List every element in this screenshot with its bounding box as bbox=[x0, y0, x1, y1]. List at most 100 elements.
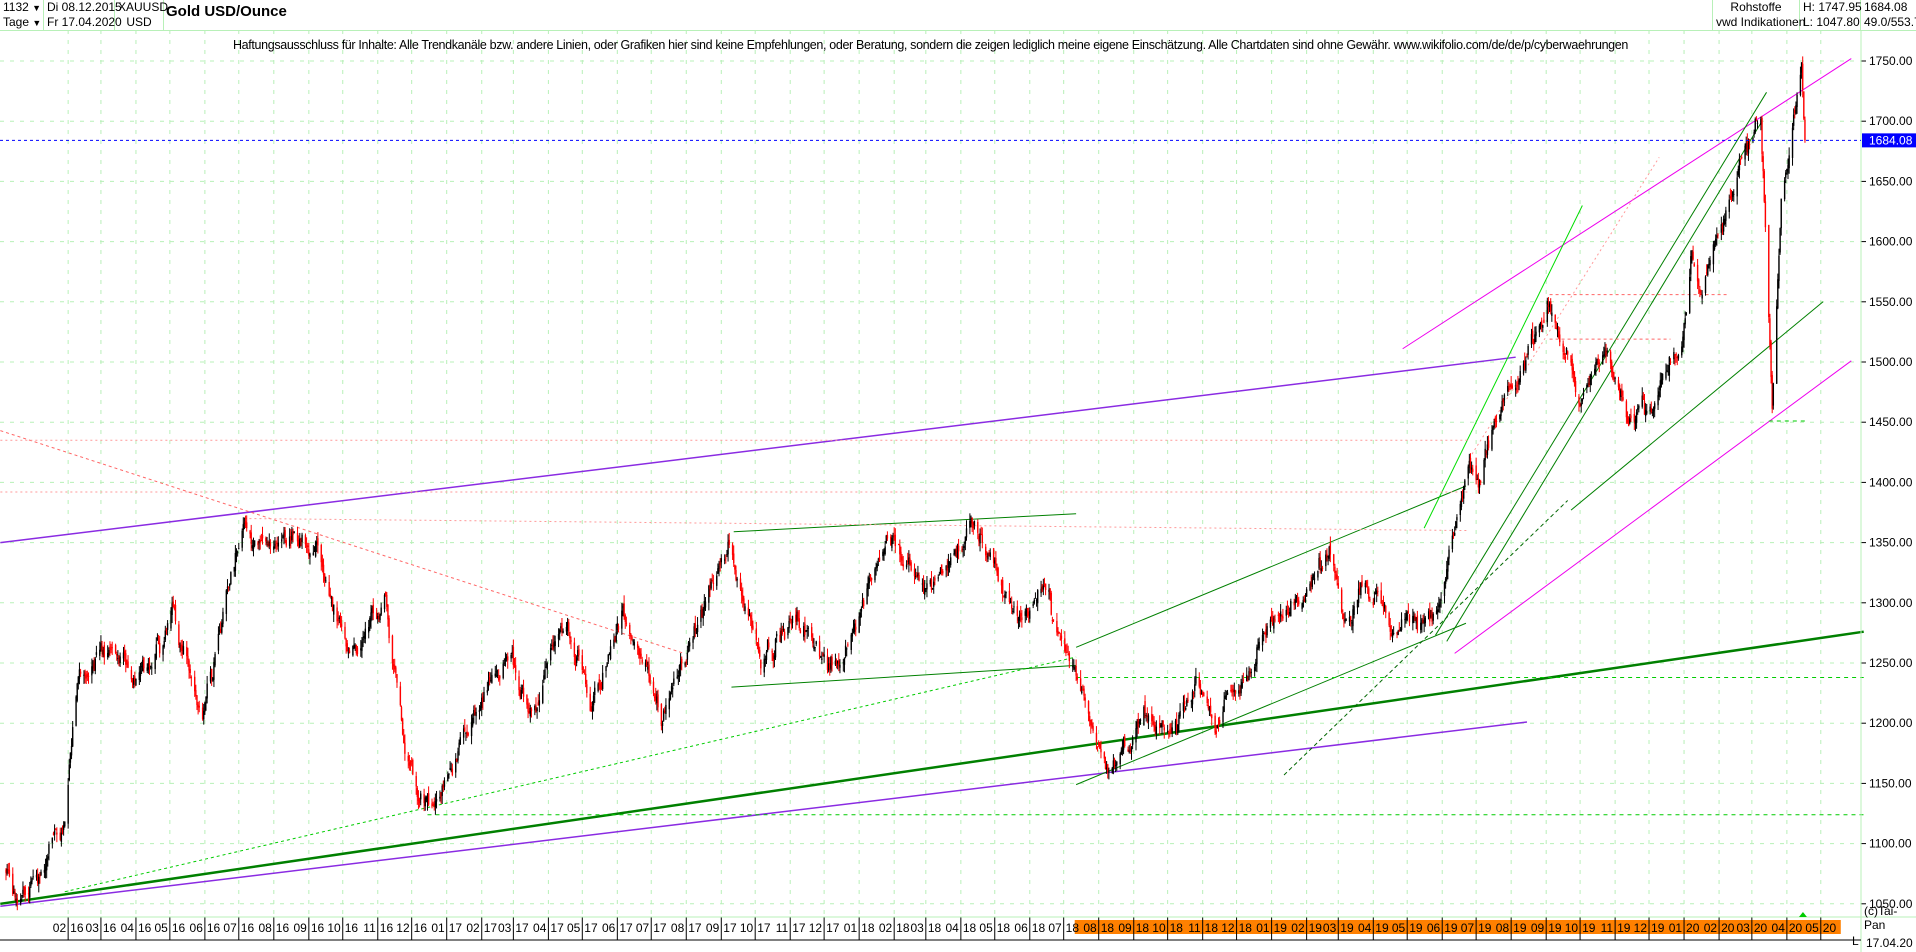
candle-body bbox=[1564, 356, 1567, 359]
candle bbox=[1145, 712, 1147, 722]
candle bbox=[962, 544, 964, 558]
candle-body bbox=[407, 755, 409, 762]
candle bbox=[559, 628, 561, 641]
candle-body bbox=[963, 546, 965, 548]
candle-body bbox=[1469, 457, 1472, 468]
candle bbox=[1012, 608, 1014, 615]
candle bbox=[702, 606, 704, 626]
candle-body bbox=[1525, 360, 1527, 371]
candle bbox=[352, 645, 354, 657]
candle bbox=[293, 531, 295, 534]
candle bbox=[1380, 582, 1382, 605]
candle bbox=[234, 545, 237, 577]
candle bbox=[379, 613, 381, 623]
candle-body bbox=[752, 625, 754, 630]
candle bbox=[135, 678, 137, 687]
price-chart[interactable]: 1050.001100.001150.001200.001250.001300.… bbox=[0, 0, 1916, 952]
candle-body bbox=[1590, 375, 1593, 378]
y-tick-label: 1500.00 bbox=[1869, 355, 1913, 369]
candle bbox=[1305, 587, 1308, 597]
y-tick-label: 1650.00 bbox=[1869, 174, 1913, 188]
y-tick-label: 1100.00 bbox=[1869, 837, 1912, 851]
candle bbox=[416, 785, 419, 805]
scale-mode-button[interactable]: L bbox=[1852, 934, 1859, 948]
candle bbox=[47, 853, 49, 867]
candle bbox=[1217, 717, 1220, 732]
candle bbox=[1342, 609, 1344, 620]
candle bbox=[1451, 528, 1454, 553]
candle-body bbox=[570, 640, 572, 642]
candle-body bbox=[661, 723, 664, 726]
candle-body bbox=[1535, 331, 1537, 336]
candle-body bbox=[799, 630, 802, 634]
candle bbox=[412, 758, 414, 776]
candle-body bbox=[1111, 767, 1113, 773]
candle-body bbox=[957, 545, 960, 552]
candle bbox=[1187, 692, 1189, 703]
candle-body bbox=[1740, 157, 1743, 159]
candle bbox=[172, 595, 174, 608]
candle-body bbox=[1218, 719, 1221, 725]
candle-body bbox=[1001, 580, 1004, 594]
candle bbox=[938, 571, 941, 576]
candle bbox=[116, 651, 118, 661]
x-tick-label-year: 18 bbox=[963, 921, 977, 935]
candle-body bbox=[384, 591, 387, 596]
candle-body bbox=[420, 793, 422, 800]
candle bbox=[1076, 673, 1078, 684]
candle-body bbox=[12, 873, 14, 895]
x-tick-label-month: 03 bbox=[1736, 921, 1750, 935]
candle-body bbox=[763, 658, 765, 673]
candle-body bbox=[1447, 558, 1449, 572]
candle-body bbox=[416, 788, 419, 797]
candle bbox=[1733, 189, 1735, 202]
candle bbox=[1479, 479, 1482, 486]
candle-body bbox=[538, 700, 541, 706]
candle bbox=[1731, 191, 1734, 202]
candle-body bbox=[178, 624, 180, 645]
candle-body bbox=[364, 628, 367, 639]
candle bbox=[383, 593, 386, 613]
candle bbox=[1542, 324, 1544, 333]
candle-body bbox=[165, 629, 168, 631]
candle-body bbox=[536, 708, 538, 712]
x-tick-label-month: 01 bbox=[1669, 921, 1683, 935]
candle-body bbox=[1321, 567, 1324, 569]
candle-body bbox=[1456, 517, 1458, 521]
candle bbox=[765, 649, 768, 665]
candle-body bbox=[669, 692, 672, 700]
candle bbox=[1163, 724, 1165, 739]
candle-body bbox=[443, 780, 446, 787]
candle bbox=[1412, 608, 1414, 631]
candle-body bbox=[743, 598, 745, 606]
candle-body bbox=[356, 647, 359, 654]
candle bbox=[162, 644, 164, 662]
candle-body bbox=[1754, 118, 1756, 133]
candle-body bbox=[1511, 385, 1513, 389]
candle-body bbox=[902, 564, 904, 567]
candle-body bbox=[1269, 619, 1272, 628]
candle-body bbox=[1559, 334, 1561, 343]
candle bbox=[510, 652, 512, 662]
candle bbox=[31, 877, 33, 885]
candle-body bbox=[734, 564, 736, 570]
x-tick-label-month: 07 bbox=[1461, 921, 1475, 935]
candle bbox=[174, 599, 177, 625]
y-tick-label: 1200.00 bbox=[1869, 716, 1913, 730]
candle-body bbox=[352, 645, 354, 656]
x-tick-label-year: 17 bbox=[619, 921, 633, 935]
candle bbox=[789, 611, 791, 624]
candle-body bbox=[1658, 391, 1660, 397]
candle-body bbox=[1131, 738, 1134, 746]
candle-body bbox=[111, 647, 113, 649]
x-tick-label-year: 18 bbox=[928, 921, 942, 935]
candle bbox=[222, 607, 224, 628]
candle bbox=[1290, 598, 1292, 617]
candle-body bbox=[648, 664, 650, 676]
x-tick-label-month: 08 bbox=[671, 921, 685, 935]
candle bbox=[1225, 690, 1228, 701]
candle-body bbox=[1714, 238, 1717, 245]
candle bbox=[431, 798, 433, 809]
candle bbox=[1151, 706, 1153, 727]
candle-body bbox=[1029, 610, 1031, 619]
